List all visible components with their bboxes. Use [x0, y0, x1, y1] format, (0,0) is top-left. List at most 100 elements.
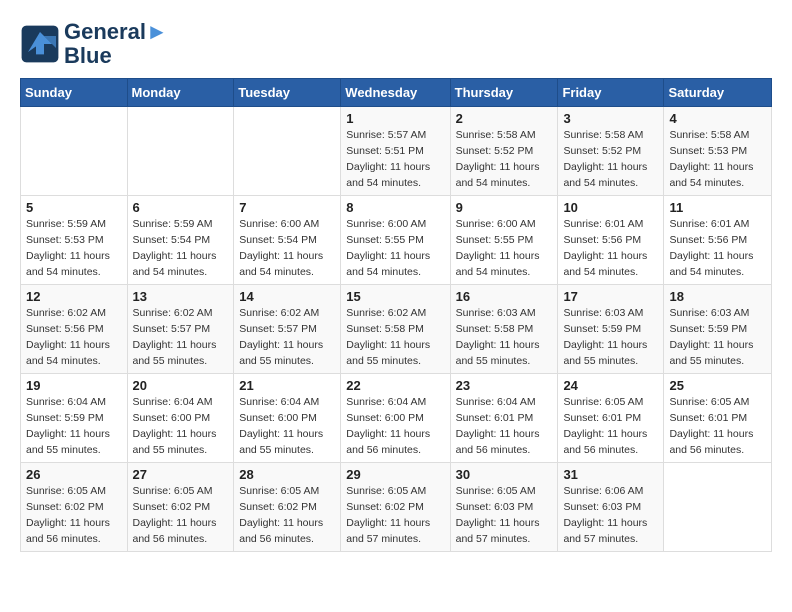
calendar-week-row: 19Sunrise: 6:04 AMSunset: 5:59 PMDayligh… [21, 374, 772, 463]
calendar-week-row: 5 Sunrise: 5:59 AMSunset: 5:53 PMDaylight… [21, 196, 772, 285]
day-number: 30 [456, 467, 553, 482]
calendar-table: SundayMondayTuesdayWednesdayThursdayFrid… [20, 78, 772, 552]
calendar-cell [234, 107, 341, 196]
calendar-cell: 2 Sunrise: 5:58 AMSunset: 5:52 PMDaylight… [450, 107, 558, 196]
day-info: Sunrise: 6:05 AMSunset: 6:03 PMDaylight:… [456, 484, 553, 547]
calendar-cell: 18Sunrise: 6:03 AMSunset: 5:59 PMDayligh… [664, 285, 772, 374]
day-number: 15 [346, 289, 444, 304]
day-info: Sunrise: 6:05 AMSunset: 6:02 PMDaylight:… [26, 484, 122, 547]
day-number: 10 [563, 200, 658, 215]
day-number: 24 [563, 378, 658, 393]
calendar-cell: 7 Sunrise: 6:00 AMSunset: 5:54 PMDaylight… [234, 196, 341, 285]
calendar-cell: 16 Sunrise: 6:03 AMSunset: 5:58 PMDayligh… [450, 285, 558, 374]
day-info: Sunrise: 6:03 AMSunset: 5:59 PMDaylight:… [563, 306, 658, 369]
day-number: 29 [346, 467, 444, 482]
weekday-header-tuesday: Tuesday [234, 79, 341, 107]
day-info: Sunrise: 6:02 AMSunset: 5:57 PMDaylight:… [239, 306, 335, 369]
calendar-header-row: SundayMondayTuesdayWednesdayThursdayFrid… [21, 79, 772, 107]
logo-icon [20, 24, 60, 64]
calendar-cell: 23Sunrise: 6:04 AMSunset: 6:01 PMDayligh… [450, 374, 558, 463]
day-info: Sunrise: 5:57 AMSunset: 5:51 PMDaylight:… [346, 128, 444, 191]
day-number: 9 [456, 200, 553, 215]
calendar-cell: 13 Sunrise: 6:02 AMSunset: 5:57 PMDayligh… [127, 285, 234, 374]
day-number: 6 [133, 200, 229, 215]
day-info: Sunrise: 5:58 AMSunset: 5:52 PMDaylight:… [563, 128, 658, 191]
day-info: Sunrise: 6:04 AMSunset: 6:00 PMDaylight:… [133, 395, 229, 458]
day-number: 7 [239, 200, 335, 215]
calendar-cell: 22 Sunrise: 6:04 AMSunset: 6:00 PMDayligh… [341, 374, 450, 463]
calendar-cell: 24 Sunrise: 6:05 AMSunset: 6:01 PMDayligh… [558, 374, 664, 463]
weekday-header-friday: Friday [558, 79, 664, 107]
calendar-cell [21, 107, 128, 196]
day-number: 14 [239, 289, 335, 304]
calendar-cell: 28Sunrise: 6:05 AMSunset: 6:02 PMDayligh… [234, 463, 341, 552]
calendar-cell: 27Sunrise: 6:05 AMSunset: 6:02 PMDayligh… [127, 463, 234, 552]
calendar-cell: 31Sunrise: 6:06 AMSunset: 6:03 PMDayligh… [558, 463, 664, 552]
day-number: 31 [563, 467, 658, 482]
weekday-header-sunday: Sunday [21, 79, 128, 107]
calendar-cell [664, 463, 772, 552]
weekday-header-monday: Monday [127, 79, 234, 107]
day-info: Sunrise: 6:05 AMSunset: 6:02 PMDaylight:… [133, 484, 229, 547]
day-number: 1 [346, 111, 444, 126]
calendar-cell: 20 Sunrise: 6:04 AMSunset: 6:00 PMDayligh… [127, 374, 234, 463]
calendar-cell: 10 Sunrise: 6:01 AMSunset: 5:56 PMDayligh… [558, 196, 664, 285]
calendar-cell: 8 Sunrise: 6:00 AMSunset: 5:55 PMDaylight… [341, 196, 450, 285]
calendar-cell: 6Sunrise: 5:59 AMSunset: 5:54 PMDaylight… [127, 196, 234, 285]
day-info: Sunrise: 6:01 AMSunset: 5:56 PMDaylight:… [563, 217, 658, 280]
day-info: Sunrise: 6:00 AMSunset: 5:54 PMDaylight:… [239, 217, 335, 280]
day-number: 25 [669, 378, 766, 393]
day-number: 21 [239, 378, 335, 393]
calendar-week-row: 12 Sunrise: 6:02 AMSunset: 5:56 PMDayligh… [21, 285, 772, 374]
day-info: Sunrise: 6:04 AMSunset: 6:00 PMDaylight:… [239, 395, 335, 458]
calendar-cell: 21 Sunrise: 6:04 AMSunset: 6:00 PMDayligh… [234, 374, 341, 463]
weekday-header-saturday: Saturday [664, 79, 772, 107]
day-info: Sunrise: 6:03 AMSunset: 5:58 PMDaylight:… [456, 306, 553, 369]
weekday-header-thursday: Thursday [450, 79, 558, 107]
calendar-cell: 26 Sunrise: 6:05 AMSunset: 6:02 PMDayligh… [21, 463, 128, 552]
day-info: Sunrise: 5:59 AMSunset: 5:53 PMDaylight:… [26, 217, 122, 280]
day-info: Sunrise: 5:58 AMSunset: 5:53 PMDaylight:… [669, 128, 766, 191]
day-number: 4 [669, 111, 766, 126]
day-info: Sunrise: 6:02 AMSunset: 5:56 PMDaylight:… [26, 306, 122, 369]
day-number: 20 [133, 378, 229, 393]
day-info: Sunrise: 6:02 AMSunset: 5:58 PMDaylight:… [346, 306, 444, 369]
calendar-cell: 25 Sunrise: 6:05 AMSunset: 6:01 PMDayligh… [664, 374, 772, 463]
calendar-cell: 17 Sunrise: 6:03 AMSunset: 5:59 PMDayligh… [558, 285, 664, 374]
calendar-cell: 4 Sunrise: 5:58 AMSunset: 5:53 PMDaylight… [664, 107, 772, 196]
day-number: 23 [456, 378, 553, 393]
calendar-week-row: 1 Sunrise: 5:57 AMSunset: 5:51 PMDaylight… [21, 107, 772, 196]
day-info: Sunrise: 6:05 AMSunset: 6:01 PMDaylight:… [563, 395, 658, 458]
day-info: Sunrise: 6:02 AMSunset: 5:57 PMDaylight:… [133, 306, 229, 369]
day-info: Sunrise: 6:05 AMSunset: 6:02 PMDaylight:… [239, 484, 335, 547]
calendar-cell: 1 Sunrise: 5:57 AMSunset: 5:51 PMDaylight… [341, 107, 450, 196]
day-info: Sunrise: 6:05 AMSunset: 6:01 PMDaylight:… [669, 395, 766, 458]
day-number: 2 [456, 111, 553, 126]
day-info: Sunrise: 6:05 AMSunset: 6:02 PMDaylight:… [346, 484, 444, 547]
day-number: 19 [26, 378, 122, 393]
calendar-cell: 5 Sunrise: 5:59 AMSunset: 5:53 PMDaylight… [21, 196, 128, 285]
page-header: General► Blue [20, 20, 772, 68]
day-number: 22 [346, 378, 444, 393]
day-number: 12 [26, 289, 122, 304]
day-number: 5 [26, 200, 122, 215]
calendar-cell: 3Sunrise: 5:58 AMSunset: 5:52 PMDaylight… [558, 107, 664, 196]
day-info: Sunrise: 5:58 AMSunset: 5:52 PMDaylight:… [456, 128, 553, 191]
day-info: Sunrise: 6:00 AMSunset: 5:55 PMDaylight:… [346, 217, 444, 280]
calendar-week-row: 26 Sunrise: 6:05 AMSunset: 6:02 PMDayligh… [21, 463, 772, 552]
logo-text: General► Blue [64, 20, 168, 68]
day-info: Sunrise: 6:00 AMSunset: 5:55 PMDaylight:… [456, 217, 553, 280]
logo: General► Blue [20, 20, 168, 68]
day-number: 16 [456, 289, 553, 304]
day-number: 11 [669, 200, 766, 215]
day-number: 8 [346, 200, 444, 215]
day-number: 18 [669, 289, 766, 304]
weekday-header-wednesday: Wednesday [341, 79, 450, 107]
day-info: Sunrise: 6:04 AMSunset: 6:00 PMDaylight:… [346, 395, 444, 458]
day-number: 17 [563, 289, 658, 304]
day-number: 26 [26, 467, 122, 482]
day-number: 13 [133, 289, 229, 304]
calendar-cell [127, 107, 234, 196]
calendar-cell: 19Sunrise: 6:04 AMSunset: 5:59 PMDayligh… [21, 374, 128, 463]
day-info: Sunrise: 6:01 AMSunset: 5:56 PMDaylight:… [669, 217, 766, 280]
